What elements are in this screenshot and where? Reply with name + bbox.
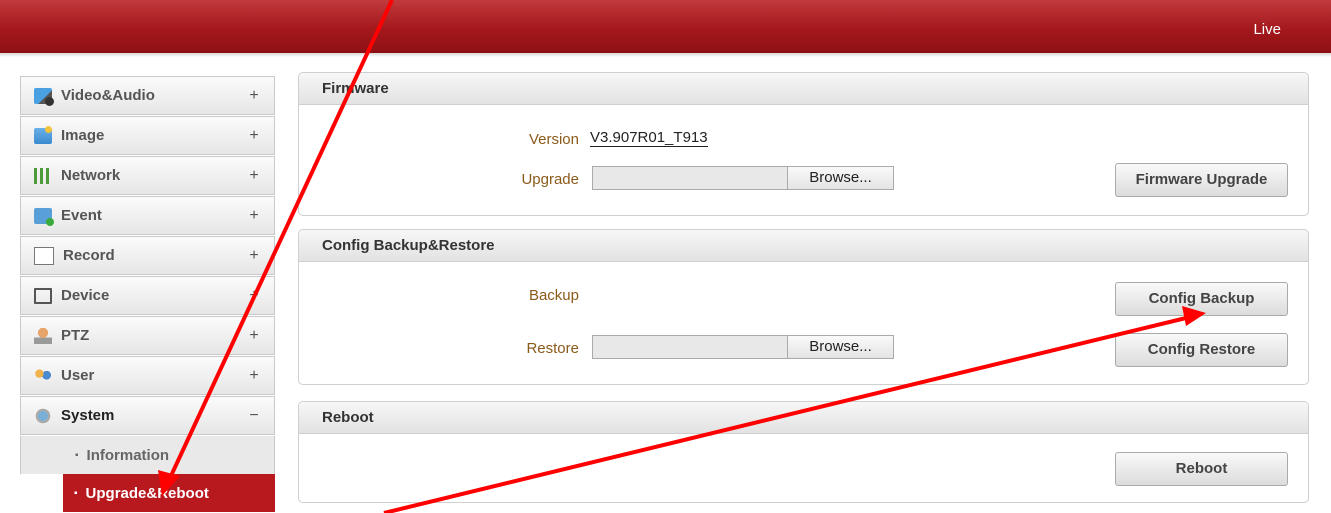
image-icon [34, 125, 52, 144]
backup-label: Backup [528, 287, 579, 304]
sidebar-item-label: User [61, 367, 95, 384]
user-icon [34, 367, 52, 384]
top-banner: Live [0, 0, 1331, 53]
collapse-icon[interactable]: − [244, 407, 264, 425]
sidebar-item-event[interactable]: Event + [20, 196, 275, 235]
sidebar-subitem-label: Information [86, 446, 170, 464]
file-path-field[interactable] [593, 167, 787, 189]
panel-title: Config Backup&Restore [299, 230, 1308, 262]
config-backup-restore-panel: Config Backup&Restore Backup Config Back… [298, 229, 1309, 385]
upgrade-label: Upgrade [521, 171, 579, 188]
sidebar-item-label: Event [61, 207, 102, 224]
config-restore-button[interactable]: Config Restore [1115, 333, 1288, 367]
panel-title: Firmware [299, 73, 1308, 105]
sidebar-item-record[interactable]: Record + [20, 236, 275, 275]
sidebar-item-label: Record [63, 247, 115, 264]
expand-icon[interactable]: + [244, 327, 264, 345]
firmware-upgrade-button[interactable]: Firmware Upgrade [1115, 163, 1288, 197]
sidebar-item-video-audio[interactable]: Video&Audio + [20, 76, 275, 115]
browse-button[interactable]: Browse... [787, 167, 893, 189]
firmware-panel: Firmware Version V3.907R01_T913 Upgrade … [298, 72, 1309, 216]
version-value: V3.907R01_T913 [590, 129, 708, 147]
expand-icon[interactable]: + [244, 207, 264, 225]
bullet-icon: ▪ [74, 487, 78, 499]
restore-label: Restore [526, 340, 579, 357]
sidebar-item-ptz[interactable]: PTZ + [20, 316, 275, 355]
firmware-file-input[interactable]: Browse... [592, 166, 894, 190]
bullet-icon: ▪ [75, 449, 79, 461]
live-link[interactable]: Live [1253, 21, 1281, 38]
sidebar-item-label: Video&Audio [61, 87, 155, 104]
system-icon [34, 407, 52, 424]
sidebar-item-label: PTZ [61, 327, 90, 344]
event-icon [34, 207, 54, 226]
browse-button[interactable]: Browse... [787, 336, 893, 358]
network-icon [34, 167, 52, 184]
expand-icon[interactable]: + [244, 367, 264, 385]
sidebar-item-image[interactable]: Image + [20, 116, 275, 155]
version-label: Version [528, 131, 579, 148]
reboot-panel: Reboot Reboot [298, 401, 1309, 503]
config-file-input[interactable]: Browse... [592, 335, 894, 359]
sidebar-item-label: Device [61, 287, 110, 304]
expand-icon[interactable]: + [244, 287, 264, 305]
sidebar-subitem-information[interactable]: ▪ Information [20, 436, 275, 474]
file-path-field[interactable] [593, 336, 787, 358]
sidebar-item-user[interactable]: User + [20, 356, 275, 395]
video-audio-icon [34, 87, 54, 106]
ptz-icon [34, 327, 52, 344]
sidebar-item-network[interactable]: Network + [20, 156, 275, 195]
sidebar-item-device[interactable]: Device + [20, 276, 275, 315]
banner-shadow [0, 53, 1331, 57]
sidebar: Video&Audio + Image + Network + Event + … [20, 76, 275, 512]
sidebar-subitem-label: Upgrade&Reboot [85, 484, 209, 502]
sidebar-subitem-upgrade-reboot[interactable]: ▪ Upgrade&Reboot [63, 474, 275, 512]
expand-icon[interactable]: + [244, 167, 264, 185]
config-backup-button[interactable]: Config Backup [1115, 282, 1288, 316]
panel-title: Reboot [299, 402, 1308, 434]
expand-icon[interactable]: + [244, 127, 264, 145]
expand-icon[interactable]: + [244, 87, 264, 105]
expand-icon[interactable]: + [244, 247, 264, 265]
reboot-button[interactable]: Reboot [1115, 452, 1288, 486]
device-icon [34, 287, 52, 304]
sidebar-item-label: System [61, 407, 115, 424]
sidebar-item-label: Image [61, 127, 105, 144]
sidebar-item-system[interactable]: System − [20, 396, 275, 435]
sidebar-item-label: Network [61, 167, 121, 184]
record-icon [34, 246, 54, 265]
